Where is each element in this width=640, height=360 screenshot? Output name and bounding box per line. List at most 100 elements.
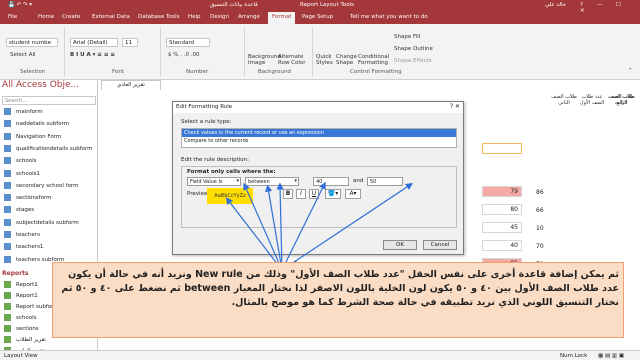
font-name-select[interactable]: Arial (Detail) [70,38,118,47]
form-icon [4,108,11,115]
user-name[interactable]: خالد علي [545,2,566,8]
nav-item-label: Navigation Form [16,133,62,140]
italic-button[interactable]: I [296,189,306,199]
report-value: 70 [536,243,544,250]
cancel-button[interactable]: Cancel [423,240,457,250]
background-image-button[interactable]: Background Image [248,54,281,66]
ribbon-tabs: File Home Create External Data Database … [0,12,640,24]
preview-swatch: AaBbCcYyZz [207,188,253,204]
tab-help[interactable]: Help [188,14,201,20]
shape-effects-button[interactable]: Shape Effects [394,58,432,64]
font-color-button[interactable]: A▾ [345,189,361,199]
tab-arrange[interactable]: Arrange [238,14,260,20]
form-icon [4,181,11,189]
nav-search-input[interactable]: Search... [2,96,96,105]
tab-file[interactable]: File [8,14,17,20]
form-icon [4,144,11,152]
bold-button[interactable]: B [283,189,293,199]
collapse-ribbon-icon[interactable]: ⌃ [628,68,633,74]
report-icon [4,324,11,332]
group-background-label: Background [258,69,291,75]
tab-format[interactable]: Format [268,12,296,24]
number-format-select[interactable]: Standard [166,38,210,47]
nav-item-label: secondary school form [16,182,79,189]
nav-item[interactable]: sectionsform [4,194,96,205]
quick-access-toolbar[interactable]: 💾 ↶ ↷ ▾ [8,2,32,8]
tab-design[interactable]: Design [210,14,229,20]
nav-item-label: teachers [16,232,40,238]
rule-type-option[interactable]: Check values in the current record or us… [182,129,456,137]
rule-type-option[interactable]: Compare to other records [182,137,456,145]
ok-button[interactable]: OK [383,240,417,250]
form-icon [4,169,11,177]
report-icon [4,291,11,299]
ribbon: student numbe Select All Selection Arial… [0,24,640,80]
chevron-down-icon: ▾ [236,178,239,184]
empty-cell[interactable] [482,143,522,154]
format-only-label: Format only cells where the: [187,169,276,175]
nav-item[interactable]: schools [4,157,96,168]
dialog-close-icon[interactable]: ? ✕ [450,103,460,110]
view-switch-icons[interactable]: ▦ ▤ ▥ ▣ [598,353,624,359]
student-count-cell[interactable]: 45 [482,222,522,233]
nav-title[interactable]: All Access Obje... [2,80,96,94]
nav-item[interactable]: schools1 [4,169,96,181]
value1-input[interactable]: 40 [313,177,349,186]
select-all-button[interactable]: Select All [10,52,36,58]
context-title: Report Layout Tools [300,2,354,8]
ribbon-divider [312,28,313,76]
report-icon [4,280,11,288]
nav-item[interactable]: qualificationdetails subform [4,144,96,156]
shape-outline-button[interactable]: Shape Outline [394,46,433,52]
nav-item[interactable]: secondary school form [4,181,96,193]
conditional-formatting-button[interactable]: Conditional Formatting [358,54,389,66]
bold-italic-underline-buttons[interactable]: B I U A ▾ ≡ ≡ ≡ [70,52,115,58]
nav-item[interactable]: subjectdetails subform [4,218,96,230]
nav-item-label: Report1 [16,292,38,299]
field-value-select[interactable]: Field Value Is ▾ [187,177,241,186]
tab-page-setup[interactable]: Page Setup [302,14,333,20]
form-icon [4,218,11,226]
nav-item[interactable]: Navigation Form [4,132,96,144]
tab-external-data[interactable]: External Data [92,14,130,20]
tell-me-box[interactable]: Tell me what you want to do [350,14,428,20]
tab-home[interactable]: Home [38,14,54,20]
form-icon [4,194,11,202]
nav-item[interactable]: stages [4,206,96,217]
rule-type-list: Check values in the current record or us… [181,128,457,148]
nav-item-label: sectionsform [16,195,52,202]
form-icon [4,243,11,251]
quick-styles-button[interactable]: Quick Styles [316,54,334,66]
fill-color-button[interactable]: 🪣▾ [325,189,341,199]
font-size-select[interactable]: 11 [122,38,138,47]
operator-select[interactable]: between ▾ [245,177,299,186]
alternate-row-color-button[interactable]: Alternate Row Color [278,54,312,66]
document-tab[interactable]: تقرير العادي [101,80,161,90]
student-count-cell[interactable]: 40 [482,240,522,251]
nav-item-label: schools [16,158,37,165]
number-format-buttons[interactable]: $ % , .0 .00 [168,52,199,58]
value2-input[interactable]: 50 [367,177,403,186]
field-selector[interactable]: student numbe [6,38,58,47]
tab-create[interactable]: Create [62,14,80,20]
status-bar: Layout View Num Lock ▦ ▤ ▥ ▣ [0,350,640,360]
nav-item[interactable]: naddetails subform [4,120,96,131]
group-selection-label: Selection [20,69,46,75]
nav-item-label: naddetails subform [16,121,70,128]
shape-fill-button[interactable]: Shape Fill [394,34,420,40]
nav-item[interactable]: mainform [4,108,96,119]
nav-item-label: subjectdetails subform [16,219,79,226]
nav-item-label: تقرير الطلاب [16,336,46,343]
change-shape-button[interactable]: Change Shape [336,54,357,66]
tab-database-tools[interactable]: Database Tools [138,14,180,20]
select-rule-type-label: Select a rule type: [181,119,232,125]
student-count-cell[interactable]: 80 [482,204,522,215]
report-icon [4,313,11,321]
student-count-cell[interactable]: 79 [482,186,522,197]
nav-item[interactable]: teachers [4,231,96,242]
nav-item-label: schools [16,314,37,321]
underline-button[interactable]: U [309,189,319,199]
group-font-label: Font [112,69,124,75]
nav-item[interactable]: teachers1 [4,243,96,254]
form-icon [4,231,11,238]
